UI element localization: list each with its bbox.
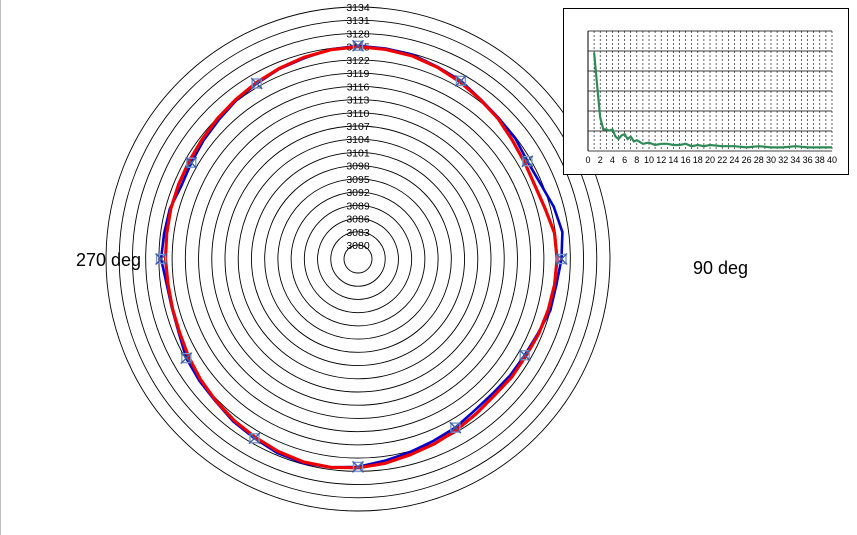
inset-x-tick-label: 2: [598, 155, 603, 165]
inset-x-tick-label: 22: [717, 155, 727, 165]
angle-label-90: 90 deg: [693, 258, 748, 278]
inset-x-tick-label: 10: [644, 155, 654, 165]
data-point-marker: [250, 77, 263, 90]
inset-x-tick-label: 16: [681, 155, 691, 165]
angle-label-270: 270 deg: [76, 250, 141, 270]
grid-spoke: [232, 259, 358, 477]
radial-tick-label: 3110: [347, 108, 370, 120]
radial-tick-labels: 308030833086 3089309230953098 310131043107…: [346, 2, 370, 252]
radial-tick-label: 3092: [346, 187, 370, 199]
inset-x-tick-labels: 0 2 4 6 8 10 12 14 16 18 20 22 24 26 28 30 32 34 36 38 40: [585, 155, 837, 165]
radial-tick-label: 3104: [346, 134, 370, 146]
grid-spoke: [358, 41, 484, 259]
radial-tick-label: 3119: [347, 68, 370, 80]
inset-x-tick-label: 26: [742, 155, 752, 165]
data-point-marker: [454, 74, 467, 87]
data-point-marker: [521, 155, 534, 168]
grid-spoke: [232, 41, 358, 259]
radial-tick-label: 3122: [346, 55, 370, 67]
radial-tick-label: 3116: [347, 81, 370, 93]
inset-plot: 0 2 4 6 8 10 12 14 16 18 20 22 24 26 28 30 32 34 36 38 40: [585, 30, 837, 165]
data-point-marker: [180, 352, 193, 365]
inset-x-tick-label: 14: [668, 155, 678, 165]
radial-tick-label: 3113: [347, 95, 370, 107]
inset-series: [593, 52, 832, 149]
inset-x-tick-label: 30: [766, 155, 776, 165]
inset-x-tick-label: 32: [778, 155, 788, 165]
data-point-marker: [248, 432, 261, 445]
radial-tick-label: 3080: [346, 240, 370, 252]
data-point-marker: [555, 253, 568, 265]
frame-left-edge: [0, 0, 1, 535]
inset-x-tick-label: 12: [656, 155, 666, 165]
radial-tick-label: 3095: [346, 174, 370, 186]
inset-series-line-0: [593, 52, 832, 149]
data-point-marker: [352, 460, 364, 473]
radial-tick-label: 3134: [346, 2, 370, 14]
radial-tick-label: 3107: [346, 121, 370, 133]
inset-grid: [587, 30, 833, 152]
data-point-marker: [518, 349, 531, 362]
radial-tick-label: 3098: [346, 161, 370, 173]
radial-tick-label: 3131: [346, 15, 370, 27]
inset-x-tick-label: 36: [803, 155, 813, 165]
grid-spoke: [358, 259, 484, 477]
inset-x-tick-label: 38: [815, 155, 825, 165]
inset-x-tick-label: 4: [610, 155, 615, 165]
data-point-marker: [185, 156, 198, 169]
radial-tick-label: 3101: [346, 147, 370, 159]
inset-x-tick-label: 40: [827, 155, 837, 165]
inset-x-tick-label: 0: [585, 155, 590, 165]
radial-tick-label: 3086: [346, 214, 370, 226]
grid-spoke: [140, 259, 358, 385]
inset-x-tick-label: 34: [790, 155, 800, 165]
angle-labels: 270 deg 90 deg: [76, 250, 748, 278]
inset-x-tick-label: 8: [634, 155, 639, 165]
convergence-inset-chart: 0 2 4 6 8 10 12 14 16 18 20 22 24 26 28 30 32 34 36 38 40: [563, 8, 849, 175]
grid-spoke: [140, 133, 358, 259]
data-point-marker: [449, 421, 462, 434]
data-point-marker: [155, 253, 168, 265]
inset-x-tick-label: 28: [754, 155, 764, 165]
inset-x-tick-label: 18: [693, 155, 703, 165]
inset-x-tick-label: 20: [705, 155, 715, 165]
inset-x-tick-label: 24: [729, 155, 739, 165]
grid-spoke: [358, 133, 576, 259]
inset-x-tick-label: 6: [622, 155, 627, 165]
radial-tick-label: 3128: [346, 28, 370, 40]
radial-tick-label: 3089: [346, 200, 370, 212]
data-point-marker: [352, 39, 364, 52]
radial-tick-label: 3083: [346, 227, 370, 239]
